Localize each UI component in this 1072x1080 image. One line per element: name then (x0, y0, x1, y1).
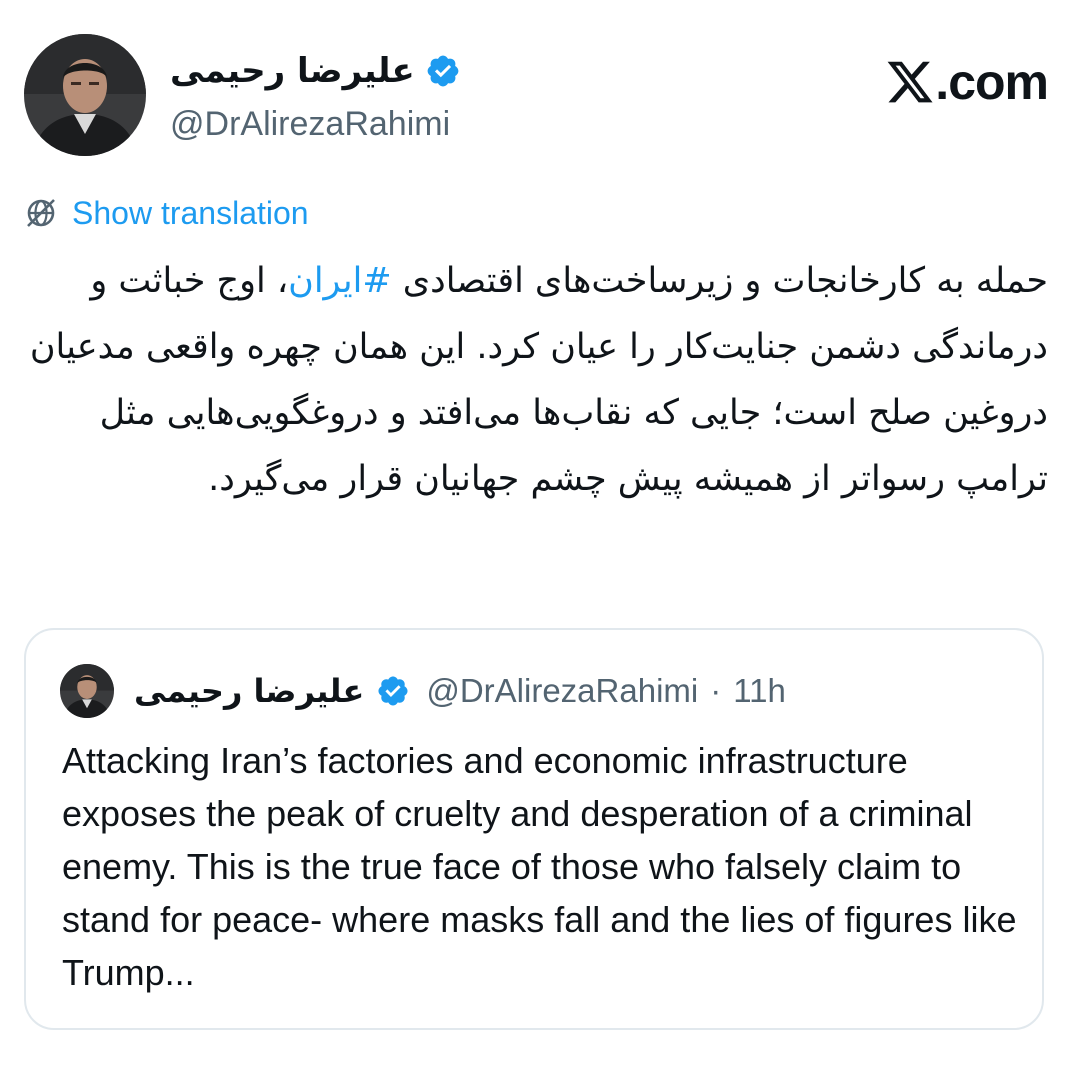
site-logo-text: .com (935, 54, 1049, 110)
show-translation-link[interactable]: Show translation (24, 190, 309, 236)
author-avatar[interactable] (24, 34, 146, 156)
author-name-row: علیرضا رحیمی (170, 46, 461, 96)
tweet-header: علیرضا رحیمی @DrAlirezaRahimi .com (24, 30, 1049, 160)
site-logo: .com (885, 52, 1049, 112)
show-translation-label: Show translation (72, 195, 309, 231)
x-logo-icon (887, 61, 933, 103)
quoted-author-handle[interactable]: @DrAlirezaRahimi (426, 672, 698, 710)
author-handle[interactable]: @DrAlirezaRahimi (170, 102, 450, 146)
author-display-name[interactable]: علیرضا رحیمی (170, 46, 415, 96)
globe-icon (27, 199, 55, 227)
quoted-author-display-name[interactable]: علیرضا رحیمی (134, 672, 364, 710)
verified-badge-icon (425, 53, 461, 89)
quoted-tweet-text: Attacking Iran’s factories and economic … (62, 740, 1017, 993)
tweet-text: حمله به کارخانجات و زیرساخت‌های اقتصادی … (24, 248, 1048, 512)
quoted-timestamp[interactable]: 11h (733, 672, 786, 710)
quoted-tweet-header: علیرضا رحیمی @DrAlirezaRahimi · 11h (60, 660, 786, 722)
hashtag-link[interactable]: #ایران (288, 261, 392, 301)
quoted-verified-badge-icon (378, 676, 408, 706)
quoted-author-avatar[interactable] (60, 664, 114, 718)
quoted-tweet-card[interactable]: علیرضا رحیمی @DrAlirezaRahimi · 11h Atta… (24, 628, 1044, 1030)
quoted-separator: · (710, 672, 722, 709)
tweet-text-start: حمله به کارخانجات و زیرساخت‌های اقتصادی (391, 261, 1048, 301)
